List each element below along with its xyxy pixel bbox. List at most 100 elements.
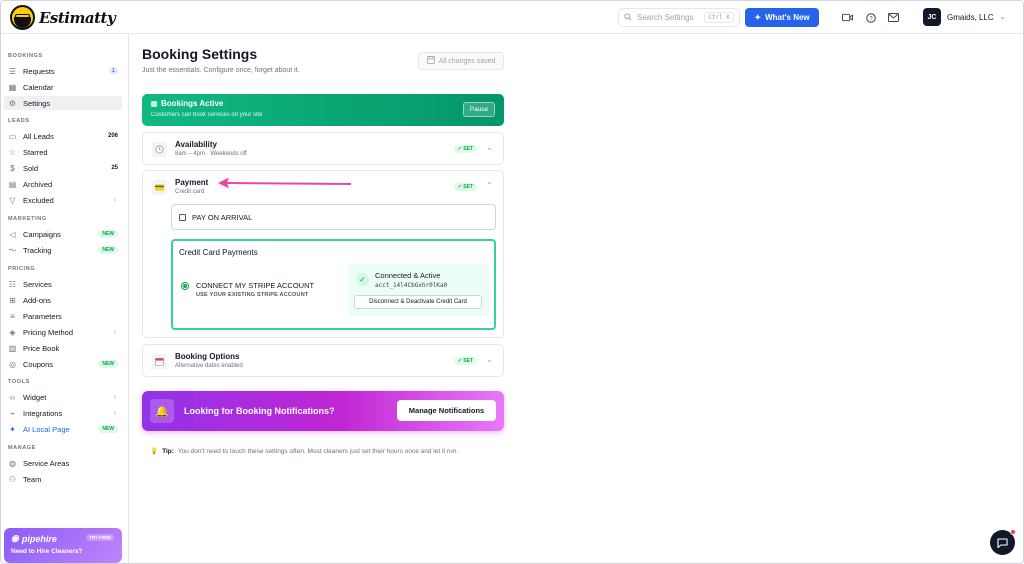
sidebar-item-label: Price Book [23, 343, 60, 353]
mail-icon[interactable] [887, 11, 900, 24]
inbox-icon: ▭ [8, 131, 17, 141]
count-badge: 1 [108, 68, 118, 74]
tip-text: You don't need to touch these settings o… [177, 447, 459, 455]
logo[interactable]: Estimatty [10, 5, 116, 30]
availability-card[interactable]: Availability 8am – 4pm · Weekends off ✓ … [142, 132, 504, 165]
connect-stripe-label[interactable]: CONNECT MY STRIPE ACCOUNT [196, 281, 314, 290]
annotation-arrow-icon [218, 177, 352, 189]
pause-button[interactable]: Pause [463, 102, 495, 117]
count-badge: 25 [111, 165, 118, 171]
credit-card-payments-panel: Credit Card Payments CONNECT MY STRIPE A… [171, 239, 496, 330]
page-title: Booking Settings [142, 46, 258, 62]
sidebar-item-label: Coupons [23, 359, 54, 369]
pay-on-arrival-option[interactable]: PAY ON ARRIVAL [171, 204, 496, 230]
disconnect-button[interactable]: Disconnect & Deactivate Credit Card [354, 295, 482, 309]
pipehire-promo[interactable]: ◉ pipehire TRY FREE Need to Hire Cleaners? [4, 528, 122, 563]
chevron-right-icon: › [113, 393, 116, 401]
sidebar-item-add-ons[interactable]: ⊞ Add-ons [4, 293, 122, 307]
sparkle-icon: ✦ [9, 424, 16, 434]
new-badge: NEW [98, 246, 118, 254]
status-dot-icon [151, 100, 157, 107]
notifications-banner: 🔔 Looking for Booking Notifications? Man… [142, 391, 504, 431]
chevron-down-icon[interactable]: ⌄ [486, 143, 493, 152]
logo-mascot-icon [10, 5, 35, 30]
sparkle-icon: ✦ [754, 13, 762, 22]
sidebar-item-tracking[interactable]: 〜 Tracking NEW [4, 243, 122, 257]
search-input[interactable]: Search Settings Ctrl K [618, 8, 740, 27]
coupon-icon: ◎ [9, 359, 16, 369]
chevron-right-icon: › [113, 409, 116, 417]
chevron-down-icon[interactable]: ⌄ [486, 355, 493, 364]
clock-icon [152, 142, 167, 157]
book-icon: ▥ [8, 343, 17, 353]
globe-icon: ◍ [9, 458, 16, 468]
search-shortcut: Ctrl K [704, 12, 734, 23]
credit-card-icon [152, 180, 167, 195]
whats-new-button[interactable]: ✦ What's New [745, 8, 819, 27]
sidebar-item-label: Pricing Method [23, 327, 74, 337]
top-bar: Estimatty Search Settings Ctrl K ✦ What'… [1, 1, 1023, 34]
credit-card-payments-title: Credit Card Payments [179, 248, 258, 257]
page-subtitle: Just the essentials. Configure once, for… [142, 67, 300, 74]
sidebar-item-label: Calendar [23, 82, 54, 92]
sidebar-item-label: Team [23, 474, 42, 484]
saved-status-label: All changes saved [438, 57, 496, 65]
lightbulb-icon: 💡 [150, 448, 159, 455]
chevron-up-icon[interactable]: ⌃ [486, 181, 493, 190]
sidebar-item-label: Requests [23, 66, 55, 76]
plug-icon: ⌁ [10, 408, 15, 418]
sidebar-item-integrations[interactable]: ⌁ Integrations › [4, 406, 122, 420]
sidebar-item-price-book[interactable]: ▥ Price Book [4, 341, 122, 355]
gear-icon: ⚙ [8, 98, 17, 108]
sidebar: BOOKINGS ☰ Requests 1 ▦ Calendar ⚙ Settings LEAD… [1, 34, 129, 563]
sidebar-item-ai-local-page[interactable]: ✦ AI Local Page NEW [4, 422, 122, 436]
pay-on-arrival-checkbox[interactable] [179, 213, 186, 221]
saved-status: All changes saved [418, 52, 504, 70]
sidebar-item-requests[interactable]: ☰ Requests 1 [4, 64, 122, 78]
sidebar-item-label: Services [23, 279, 52, 289]
save-icon [426, 56, 435, 66]
sidebar-item-settings[interactable]: ⚙ Settings [4, 96, 122, 110]
sidebar-item-label: All Leads [23, 131, 54, 141]
sidebar-item-all-leads[interactable]: ▭ All Leads 206 [4, 129, 122, 143]
booking-options-card[interactable]: Booking Options Alternative dates enable… [142, 344, 504, 377]
sidebar-item-team[interactable]: ⚇ Team [4, 472, 122, 486]
sidebar-section-title: MARKETING [8, 216, 47, 222]
connect-stripe-sublabel: USE YOUR EXISTING STRIPE ACCOUNT [196, 292, 309, 298]
whats-new-label: What's New [765, 13, 810, 22]
pipehire-logo-icon: ◉ [11, 533, 19, 543]
sidebar-item-archived[interactable]: ▤ Archived [4, 177, 122, 191]
sidebar-item-calendar[interactable]: ▦ Calendar [4, 80, 122, 94]
video-icon[interactable] [841, 11, 854, 24]
sidebar-item-coupons[interactable]: ◎ Coupons NEW [4, 357, 122, 371]
sidebar-item-excluded[interactable]: ▽ Excluded › [4, 193, 122, 207]
sidebar-item-campaigns[interactable]: ◁ Campaigns NEW [4, 227, 122, 241]
sidebar-item-label: Tracking [23, 245, 52, 255]
chat-icon [997, 537, 1008, 548]
sidebar-item-widget[interactable]: ‹› Widget › [4, 390, 122, 404]
manage-notifications-button[interactable]: Manage Notifications [397, 400, 496, 421]
tip: 💡 Tip: You don't need to touch these set… [150, 447, 459, 456]
sidebar-item-pricing-method[interactable]: ◈ Pricing Method › [4, 325, 122, 339]
new-badge: NEW [98, 360, 118, 368]
sidebar-item-sold[interactable]: $ Sold 25 [4, 161, 122, 175]
sidebar-item-services[interactable]: ☷ Services [4, 277, 122, 291]
connect-stripe-radio[interactable] [181, 282, 189, 290]
sidebar-item-starred[interactable]: ☆ Starred [4, 145, 122, 159]
sidebar-item-parameters[interactable]: ≡ Parameters [4, 309, 122, 323]
app-window: Estimatty Search Settings Ctrl K ✦ What'… [0, 0, 1024, 564]
sidebar-item-label: Campaigns [23, 229, 61, 239]
account-menu[interactable]: JC Gmaids, LLC ⌄ [923, 8, 1006, 26]
promo-text: Need to Hire Cleaners? [11, 548, 83, 555]
help-icon[interactable]: ? [864, 11, 877, 24]
sidebar-item-service-areas[interactable]: ◍ Service Areas [4, 456, 122, 470]
sidebar-item-label: Integrations [23, 408, 63, 418]
bookings-active-banner: Bookings Active Customers can book servi… [142, 94, 504, 126]
promo-tag: TRY FREE [85, 534, 114, 541]
sidebar-item-label: Add-ons [23, 295, 51, 305]
sliders-icon: ≡ [10, 311, 15, 321]
megaphone-icon: ◁ [9, 229, 16, 239]
chevron-right-icon: › [113, 328, 116, 336]
chat-launcher-button[interactable] [990, 529, 1016, 555]
chevron-right-icon: › [113, 196, 116, 204]
